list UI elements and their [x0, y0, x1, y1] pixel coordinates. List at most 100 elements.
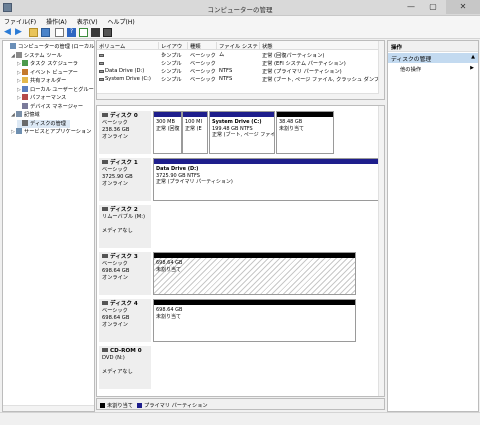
partition-type-bar — [210, 112, 274, 117]
disk-label[interactable]: ディスク 3 ベーシック 698.64 GB オンライン — [99, 252, 151, 295]
partition-block[interactable]: Data Drive (D:) 3725.90 GB NTFS 正常 (プライマリ … — [153, 158, 379, 201]
volume-cell-fs: NTFS — [219, 76, 233, 82]
actions-section-label: ディスクの管理 — [391, 57, 432, 63]
tree-item[interactable]: ▷ イベント ビューアー — [17, 68, 78, 77]
partition-type-bar — [277, 112, 333, 117]
partition-type-bar — [154, 300, 355, 305]
volume-row[interactable]: System Drive (C:) シンプル ベーシック NTFS 正常 (ブート, ペ… — [97, 76, 384, 84]
more-actions-arrow-icon[interactable]: ▶ — [470, 65, 474, 71]
tree-item[interactable]: ◢ システム ツール — [11, 51, 62, 60]
computer-icon — [10, 43, 16, 49]
tree-horizontal-scrollbar[interactable] — [3, 405, 94, 411]
disk-label[interactable]: ディスク 0 ベーシック 238.36 GB オンライン — [99, 111, 151, 154]
more-actions-item[interactable]: 他の操作 — [400, 65, 421, 73]
tree-item[interactable]: ▷ ローカル ユーザーとグループ — [17, 85, 95, 94]
performance-icon — [22, 94, 28, 100]
menu-action[interactable]: 操作(A) — [42, 16, 71, 27]
help-icon[interactable]: ? — [67, 28, 76, 37]
show-hide-tree-icon[interactable] — [41, 28, 50, 37]
disk-kind: リムーバブル (M:) — [102, 214, 145, 220]
disk-icon — [102, 160, 108, 164]
tree-item[interactable]: デバイス マネージャー — [17, 102, 83, 111]
users-icon — [22, 85, 28, 92]
list-vertical-scrollbar[interactable] — [378, 41, 384, 99]
volume-cell-volume: Data Drive (D:) — [105, 68, 145, 74]
tree-item-label: ローカル ユーザーとグループ — [30, 86, 95, 93]
volume-row[interactable]: Data Drive (D:) シンプル ベーシック NTFS 正常 (プライマリ パー… — [97, 68, 384, 76]
tree-item-label: 記憶域 — [24, 112, 40, 118]
disk-icon — [102, 113, 108, 117]
disk-icon — [102, 207, 108, 211]
forward-icon[interactable]: ▶ — [15, 28, 24, 37]
close-button[interactable]: ✕ — [446, 0, 480, 14]
tree-item[interactable]: ▷ タスク スケジューラ — [17, 60, 78, 68]
back-icon[interactable]: ◀ — [4, 28, 13, 37]
disk-size: 698.64 GB — [102, 268, 130, 274]
volume-list: ボリューム レイアウト 種類 ファイル システム 状態 シンプル ベーシック 正常 … — [96, 40, 385, 100]
folder-up-icon[interactable] — [29, 28, 38, 37]
disk-icon — [22, 119, 28, 126]
disk-label[interactable]: ディスク 2 リムーバブル (M:) メディアなし — [99, 205, 151, 248]
col-type[interactable]: 種類 — [188, 42, 217, 50]
view-icon[interactable] — [79, 28, 88, 37]
actions-section-disk-management[interactable]: ディスクの管理 ▲ — [388, 53, 478, 63]
disk-name: CD-ROM 0 — [110, 348, 142, 354]
disk-check-icon[interactable] — [91, 28, 100, 37]
volume-cell-layout: シンプル — [161, 77, 182, 83]
partition-block[interactable]: 38.48 GB 未割り当て — [276, 111, 334, 154]
volume-icon — [99, 78, 104, 81]
volume-icon — [99, 70, 104, 73]
status-bar — [0, 412, 480, 425]
list-horizontal-scrollbar[interactable] — [97, 93, 379, 99]
col-layout[interactable]: レイアウト — [159, 42, 188, 58]
tree-item[interactable]: コンピューターの管理 (ローカル) — [5, 43, 94, 51]
partition-block[interactable]: 698.64 GB 未割り当て — [153, 252, 356, 295]
disk-size: 698.64 GB — [102, 315, 130, 321]
tree-item[interactable]: ▷ パフォーマンス — [17, 94, 66, 102]
options-icon[interactable] — [103, 28, 112, 37]
volume-cell-status: 正常 (プライマリ パーティション) — [262, 69, 342, 75]
disk-vertical-scrollbar[interactable] — [378, 106, 384, 396]
volume-row[interactable]: シンプル ベーシック 正常 (EFI システム パーティション) — [97, 60, 384, 68]
properties-icon[interactable] — [55, 28, 64, 37]
menu-file[interactable]: ファイル(F) — [0, 16, 40, 27]
tree-item[interactable]: ディスクの管理 — [17, 119, 70, 128]
col-filesystem[interactable]: ファイル システム — [217, 42, 260, 58]
volume-cell-layout: シンプル — [161, 69, 182, 75]
partition-block[interactable]: System Drive (C:) 199.48 GB NTFS 正常 (ブート, … — [209, 111, 275, 154]
tree-item-label: 共有フォルダー — [30, 78, 67, 84]
disk-label[interactable]: CD-ROM 0 DVD (N:) メディアなし — [99, 346, 151, 389]
volume-cell-status: 正常 (ブート, ページ ファイル, クラッシュ ダンプ, プライ — [262, 77, 378, 83]
partition-size: 38.48 GB — [279, 119, 303, 125]
collapse-icon[interactable]: ▲ — [471, 54, 475, 60]
disk-label[interactable]: ディスク 1 ベーシック 3725.90 GB オンライン — [99, 158, 151, 201]
device-icon — [22, 102, 28, 109]
partition-status: 未割り当て — [156, 313, 182, 320]
maximize-button[interactable]: ▢ — [422, 0, 444, 14]
volume-row[interactable]: シンプル ベーシック 正常 (回復パーティション) — [97, 52, 384, 60]
tree-item-label: タスク スケジューラ — [30, 61, 78, 67]
disk-icon — [102, 301, 108, 305]
tree-item[interactable]: ▷ 共有フォルダー — [17, 77, 66, 85]
storage-icon — [16, 111, 22, 117]
menu-help[interactable]: ヘルプ(H) — [104, 16, 139, 27]
tree-item[interactable]: ◢ 記憶域 — [11, 111, 40, 119]
partition-block[interactable]: 300 MB 正常 (回復 — [153, 111, 182, 154]
volume-icon — [99, 54, 104, 57]
disk-name: ディスク 4 — [110, 301, 138, 307]
partition-block[interactable]: 698.64 GB 未割り当て — [153, 299, 356, 342]
col-status[interactable]: 状態 — [260, 42, 380, 50]
menu-view[interactable]: 表示(V) — [73, 16, 102, 27]
partition-block[interactable]: 100 MI 正常 (E — [182, 111, 208, 154]
tree-item-label: パフォーマンス — [30, 95, 67, 101]
volume-cell-status: 正常 (回復パーティション) — [262, 53, 325, 59]
actions-header: 操作 — [388, 41, 478, 52]
legend: 未割り当て プライマリ パーティション — [96, 398, 385, 410]
partition-size: 100 MI — [185, 119, 202, 125]
disk-name: ディスク 2 — [110, 207, 138, 213]
tree-item[interactable]: ▷ サービスとアプリケーション — [11, 128, 91, 136]
minimize-button[interactable]: — — [400, 0, 422, 14]
col-volume[interactable]: ボリューム — [97, 42, 159, 50]
disk-label[interactable]: ディスク 4 ベーシック 698.64 GB オンライン — [99, 299, 151, 342]
disk-kind: ベーシック — [102, 167, 128, 173]
